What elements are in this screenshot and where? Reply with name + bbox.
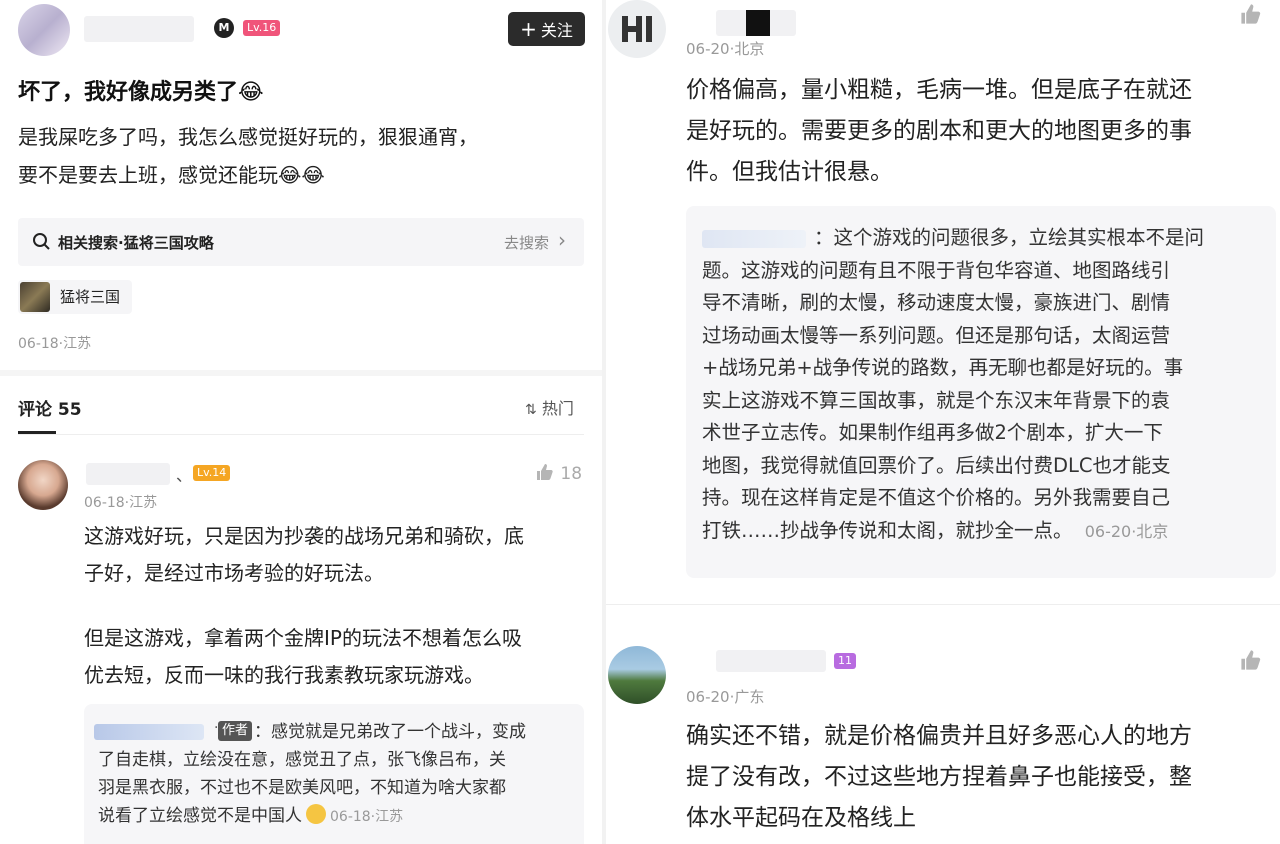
reply-last-text: 说看了立绘感觉不是中国人 [98,806,302,826]
comment-line: 件。但我估计很悬。 [686,159,893,185]
reply-box[interactable]: · 作者 ：感觉就是兄弟改了一个战斗，变成 了自走棋，立绘没在意，感觉丑了点，张… [84,704,584,844]
comment-line: 确实还不错，就是价格偏贵并且好多恶心人的地方 [686,723,1192,749]
commenter-avatar[interactable] [18,460,68,510]
thumbs-up-icon [537,464,553,480]
reply-line: 持。现在这样肯定是不值这个价格的。另外我需要自己 [702,486,1171,509]
reply-line: 导不清晰，刷的太慢，移动速度太慢，豪族进门、剧情 [702,291,1171,314]
reply-line: 实上这游戏不算三国故事，就是个东汉末年背景下的袁 [702,388,1171,412]
author-avatar[interactable] [18,4,70,56]
reply-line: 地图，我觉得就值回票价了。后续出付费DLC也才能支 [702,453,1171,477]
name-separator: 、 [176,466,193,485]
reply-line: 打铁……抄战争传说和太阁，就抄全一点。 06-20·北京 [702,515,1268,549]
reply-line: 说看了立绘感觉不是中国人 06-18·江苏 [98,802,578,831]
comment-line: 是好玩的。需要更多的剧本和更大的地图更多的事 [686,118,1192,144]
follow-button[interactable]: + 关注 [508,12,585,46]
right-comments-panel: 06-20·北京 价格偏高，量小粗糙，毛病一堆。但是底子在就还 是好玩的。需要更… [606,0,1280,844]
related-search-label: 相关搜索·猛将三国攻略 [58,234,214,252]
sort-toggle[interactable]: ⇅ 热门 [525,395,574,419]
comment-line: 提了没有改，不过这些地方捏着鼻子也能接受，整 [686,764,1192,790]
post-title: 坏了，我好像成另类了😂 [18,80,264,105]
comment-line: 优去短，反而一味的我行我素教玩家玩游戏。 [84,663,484,687]
like-button[interactable]: 18 [535,462,582,484]
reply-line: +战场兄弟+战争传说的路数，再无聊也都是好玩的。事 [702,356,1184,379]
commenter-level-badge: Lv.14 [193,465,231,481]
reply-line: ：这个游戏的问题很多，立绘其实根本不是问 [814,226,1205,249]
commenter-avatar[interactable] [608,0,666,58]
like-button[interactable] [1238,2,1264,30]
thumbs-up-icon [1241,4,1261,24]
search-action[interactable]: 去搜索 [504,232,549,253]
reply-meta: 06-20·北京 [1084,521,1169,541]
author-level-badge: Lv.16 [243,20,281,36]
commenter-name-block [746,10,770,36]
logo-icon [622,16,652,42]
game-tag-label: 猛将三国 [60,288,121,306]
search-icon [33,233,50,250]
thumbs-up-icon [1241,650,1261,670]
post-body: 是我屎吃多了吗，我怎么感觉挺好玩的，狠狠通宵， 要不是要去上班，感觉还能玩😂😂 [18,118,588,194]
comment-line: 这游戏好玩，只是因为抄袭的战场兄弟和骑砍，底 [84,524,524,548]
comment-line: 但是这游戏，拿着两个金牌IP的玩法不想着怎么吸 [84,626,522,650]
like-button[interactable] [1238,648,1264,676]
commenter-avatar[interactable] [608,646,666,704]
comment-meta: 06-20·广东 [686,688,765,706]
comment-line: 体水平起码在及格线上 [686,805,916,831]
comment-line: 子好，是经过市场考验的好玩法。 [84,561,384,585]
game-tag[interactable]: 猛将三国 [18,280,133,314]
reply-line: 过场动画太慢等一系列问题。但还是那句话，太阁运营 [702,323,1171,347]
reply-meta: 06-18·江苏 [330,809,404,825]
commenter-level-badge: 11 [834,653,856,669]
follow-label: 关注 [540,21,573,40]
comment-body: 确实还不错，就是价格偏贵并且好多恶心人的地方 提了没有改，不过这些地方捏着鼻子也… [686,716,1276,839]
reply-line: 术世子立志传。如果制作组再多做2个剧本，扩大一下 [702,421,1163,444]
comment-meta: 06-20·北京 [686,40,765,58]
commenter-name-redacted[interactable] [86,463,170,485]
comment-body: 这游戏好玩，只是因为抄袭的战场兄弟和骑砍，底 子好，是经过市场考验的好玩法。 但… [84,518,594,694]
related-search-bar[interactable]: 相关搜索·猛将三国攻略 去搜索 › [18,218,584,266]
post-meta: 06-18·江苏 [18,336,92,352]
reply-line: 羽是黑衣服，不过也不是欧美风吧，不知道为啥大家都 [98,778,506,798]
plus-icon: + [520,17,537,41]
like-count: 18 [560,464,583,484]
reply-line: 题。这游戏的问题有且不限于背包华容道、地图路线引 [702,258,1171,282]
comment-divider [606,604,1280,605]
left-post-panel: M Lv.16 + 关注 坏了，我好像成另类了😂 是我屎吃多了吗，我怎么感觉挺好玩… [0,0,602,844]
sort-icon: ⇅ [525,402,537,418]
chevron-right-icon: › [558,228,566,252]
reply-last-text: 打铁……抄战争传说和太阁，就抄全一点。 [702,518,1073,542]
header-divider [18,434,584,435]
comment-line: 价格偏高，量小粗糙，毛病一堆。但是底子在就还 [686,77,1192,103]
face-emoji-icon [306,804,326,824]
author-name-redacted[interactable] [84,16,194,42]
sort-label: 热门 [541,399,574,418]
comments-count[interactable]: 评论 55 [18,395,82,420]
reply-line: 了自走棋，立绘没在意，感觉丑了点，张飞像吕布，关 [98,750,506,770]
reply-text: ：感觉就是兄弟改了一个战斗，变成 了自走棋，立绘没在意，感觉丑了点，张飞像吕布，… [98,718,578,831]
reply-line: ：感觉就是兄弟改了一个战斗，变成 [254,722,526,742]
game-thumbnail [20,282,50,312]
post-body-line: 要不是要去上班，感觉还能玩😂😂 [18,163,325,187]
comment-meta: 06-18·江苏 [84,495,158,511]
comment-body: 价格偏高，量小粗糙，毛病一堆。但是底子在就还 是好玩的。需要更多的剧本和更大的地… [686,70,1276,193]
m-badge-icon: M [214,18,234,38]
reply-box[interactable]: ：这个游戏的问题很多，立绘其实根本不是问 题。这游戏的问题有且不限于背包华容道、… [686,206,1276,578]
commenter-name-redacted[interactable] [716,650,826,672]
post-body-line: 是我屎吃多了吗，我怎么感觉挺好玩的，狠狠通宵， [18,125,478,149]
section-divider [0,370,602,376]
reply-text: ：这个游戏的问题很多，立绘其实根本不是问 题。这游戏的问题有且不限于背包华容道、… [702,222,1268,548]
